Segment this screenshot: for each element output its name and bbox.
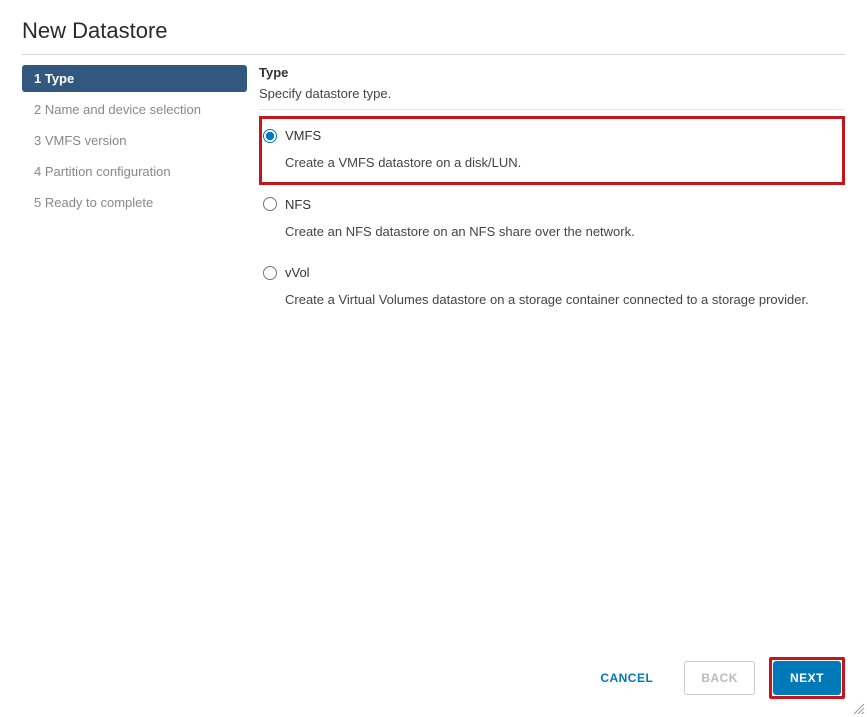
divider <box>259 109 845 110</box>
wizard-step-name-device[interactable]: 2 Name and device selection <box>22 96 247 123</box>
wizard-step-ready[interactable]: 5 Ready to complete <box>22 189 247 216</box>
section-subtext: Specify datastore type. <box>259 86 845 101</box>
radio-vmfs[interactable] <box>263 129 277 143</box>
dialog-footer: CANCEL BACK NEXT <box>22 639 845 717</box>
resize-grip-icon[interactable] <box>851 701 865 715</box>
section-heading: Type <box>259 65 845 80</box>
wizard-step-type[interactable]: 1 Type <box>22 65 247 92</box>
dialog-title: New Datastore <box>22 18 845 55</box>
next-button[interactable]: NEXT <box>773 661 841 695</box>
dialog-content: 1 Type 2 Name and device selection 3 VMF… <box>22 55 845 639</box>
datastore-type-options: VMFS Create a VMFS datastore on a disk/L… <box>259 116 845 322</box>
main-panel: Type Specify datastore type. VMFS Create… <box>247 65 845 639</box>
option-nfs[interactable]: NFS Create an NFS datastore on an NFS sh… <box>259 185 845 254</box>
radio-vvol[interactable] <box>263 266 277 280</box>
option-nfs-desc: Create an NFS datastore on an NFS share … <box>285 222 837 242</box>
option-nfs-label: NFS <box>285 197 311 212</box>
wizard-nav: 1 Type 2 Name and device selection 3 VMF… <box>22 65 247 639</box>
wizard-step-vmfs-version[interactable]: 3 VMFS version <box>22 127 247 154</box>
option-vvol-row[interactable]: vVol <box>263 265 837 280</box>
new-datastore-dialog: New Datastore 1 Type 2 Name and device s… <box>0 0 867 717</box>
option-vvol-desc: Create a Virtual Volumes datastore on a … <box>285 290 837 310</box>
option-vmfs-row[interactable]: VMFS <box>263 128 837 143</box>
option-vmfs-desc: Create a VMFS datastore on a disk/LUN. <box>285 153 837 173</box>
radio-nfs[interactable] <box>263 197 277 211</box>
option-vmfs[interactable]: VMFS Create a VMFS datastore on a disk/L… <box>259 116 845 185</box>
back-button: BACK <box>684 661 755 695</box>
option-nfs-row[interactable]: NFS <box>263 197 837 212</box>
option-vvol[interactable]: vVol Create a Virtual Volumes datastore … <box>259 253 845 322</box>
option-vmfs-label: VMFS <box>285 128 321 143</box>
option-vvol-label: vVol <box>285 265 310 280</box>
next-button-highlight: NEXT <box>769 657 845 699</box>
cancel-button[interactable]: CANCEL <box>583 661 670 695</box>
wizard-step-partition[interactable]: 4 Partition configuration <box>22 158 247 185</box>
